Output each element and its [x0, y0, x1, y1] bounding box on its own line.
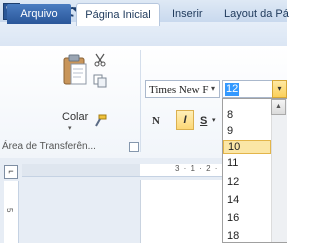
bold-button[interactable]: N [152, 113, 160, 129]
font-size-option[interactable]: 12 [223, 175, 271, 189]
italic-button[interactable]: I [176, 110, 194, 130]
group-separator [140, 50, 141, 152]
clipboard-group-label: Área de Transferên... [2, 141, 96, 152]
copy-icon[interactable] [93, 74, 107, 88]
tab-insert[interactable]: Inserir [172, 5, 203, 23]
font-name-dropdown-icon[interactable]: ▾ [211, 84, 215, 93]
cut-icon[interactable] [93, 53, 107, 67]
scroll-up-icon[interactable]: ▲ [271, 99, 286, 115]
font-size-value: 12 [225, 83, 240, 96]
tab-selector[interactable]: ⌐ [4, 165, 18, 179]
font-size-option[interactable]: 11 [223, 156, 271, 170]
dropdown-scrollbar[interactable] [271, 99, 287, 242]
font-size-option-highlighted[interactable]: 10 [223, 140, 271, 154]
paste-button-label[interactable]: Colar [62, 111, 88, 123]
vertical-ruler-mark: 5 [5, 208, 14, 213]
paste-dropdown-icon[interactable]: ▾ [68, 124, 72, 132]
tab-file[interactable]: Arquivo [7, 4, 71, 24]
font-size-option[interactable]: 8 [223, 108, 271, 122]
format-painter-icon[interactable] [93, 114, 107, 128]
underline-dropdown-icon[interactable]: ▾ [212, 113, 216, 129]
horizontal-ruler-margin [22, 164, 140, 176]
font-size-option[interactable]: 14 [223, 193, 271, 207]
font-size-option[interactable]: 9 [223, 124, 271, 138]
font-size-option[interactable]: 16 [223, 211, 271, 225]
tab-home[interactable]: Página Inicial [76, 3, 160, 26]
horizontal-ruler-marks: 3 · 1 · 2 · [175, 164, 219, 173]
font-name-input[interactable]: Times New F [145, 80, 220, 98]
paste-icon[interactable] [62, 53, 88, 87]
clipboard-dialog-launcher-icon[interactable] [129, 142, 139, 152]
tab-page-layout[interactable]: Layout da Pá [224, 5, 289, 23]
font-size-dropdown-button[interactable]: ▾ [272, 80, 287, 98]
font-size-option[interactable]: 18 [223, 229, 271, 243]
document-page[interactable] [140, 180, 223, 243]
underline-button[interactable]: S [200, 113, 207, 129]
